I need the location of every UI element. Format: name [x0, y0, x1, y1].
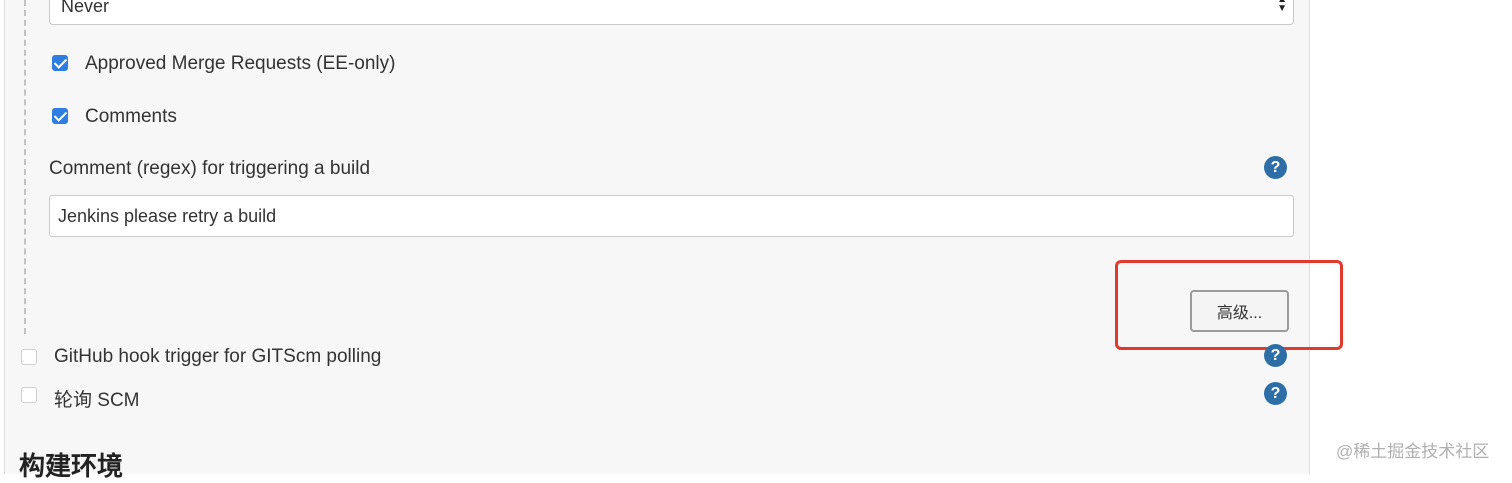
trigger-frequency-select[interactable]: Never ▲▼: [49, 0, 1294, 25]
question-circle-icon[interactable]: ?: [1264, 382, 1287, 405]
question-circle-icon[interactable]: ?: [1264, 156, 1287, 179]
question-circle-icon[interactable]: ?: [1264, 344, 1287, 367]
approved-merge-requests-checkbox[interactable]: [52, 55, 68, 71]
approved-merge-requests-label: Approved Merge Requests (EE-only): [85, 53, 396, 74]
updown-arrows-icon: ▲▼: [1277, 0, 1287, 14]
comments-checkbox[interactable]: [52, 108, 68, 124]
poll-scm-checkbox[interactable]: [21, 387, 37, 403]
github-hook-trigger-label: GitHub hook trigger for GITScm polling: [54, 346, 382, 367]
annotation-highlight-box: [1115, 260, 1343, 350]
watermark-text: @稀土掘金技术社区: [1336, 442, 1490, 461]
github-hook-trigger-checkbox[interactable]: [21, 349, 37, 365]
build-environment-section-title: 构建环境: [19, 451, 124, 481]
comment-regex-input[interactable]: [49, 195, 1294, 237]
comment-regex-label: Comment (regex) for triggering a build: [49, 158, 371, 179]
nested-config-guide-line: [24, 0, 26, 334]
poll-scm-label: 轮询 SCM: [54, 390, 140, 411]
select-current-value: Never: [61, 0, 110, 16]
comments-label: Comments: [85, 106, 177, 127]
